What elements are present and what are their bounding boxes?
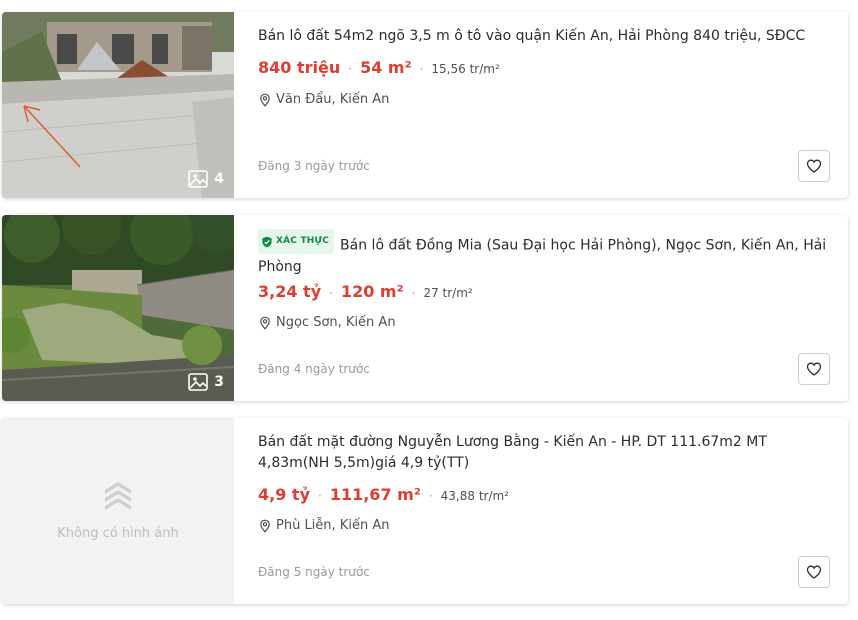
posted-date: Đăng 3 ngày trước [258,159,370,173]
separator-dot: · [428,489,433,503]
listing-title[interactable]: Bán lô đất 54m2 ngõ 3,5 m ô tô vào quận … [258,26,830,47]
map-pin-icon [260,519,270,533]
listing-area: 120 m² [340,282,404,301]
heart-outline-icon [806,362,822,376]
listing-title-text[interactable]: Bán lô đất 54m2 ngõ 3,5 m ô tô vào quận … [258,28,805,44]
posted-date: Đăng 4 ngày trước [258,362,370,376]
location-text: Phù Liễn, Kiến An [276,518,390,533]
listing-location: Ngọc Sơn, Kiến An [258,315,396,330]
image-count: 3 [188,373,224,391]
map-pin-icon [260,93,270,107]
listing-list: 4 Bán lô đất 54m2 ngõ 3,5 m ô tô vào quậ… [0,0,858,620]
separator-dot: · [419,62,424,76]
favorite-button[interactable] [798,150,830,182]
price-row: 4,9 tỷ · 111,67 m² · 43,88 tr/m² [258,485,509,504]
listing-body: Bán đất mặt đường Nguyễn Lương Bằng - Ki… [258,418,830,604]
price-row: 3,24 tỷ · 120 m² · 27 tr/m² [258,282,473,301]
listing-location: Phù Liễn, Kiến An [258,518,389,533]
listing-card[interactable]: Không có hình ảnh Bán đất mặt đường Nguy… [2,418,848,604]
listing-card[interactable]: 4 Bán lô đất 54m2 ngõ 3,5 m ô tô vào quậ… [2,12,848,198]
posted-date: Đăng 5 ngày trước [258,565,370,579]
separator-dot: · [411,286,416,300]
image-gallery-icon [188,373,209,391]
price-per-m2: 15,56 tr/m² [431,62,500,76]
favorite-button[interactable] [798,556,830,588]
listing-price: 3,24 tỷ [258,282,322,301]
image-count-value: 3 [214,374,224,390]
image-count-value: 4 [214,171,224,187]
listing-title-text[interactable]: Bán đất mặt đường Nguyễn Lương Bằng - Ki… [258,434,767,471]
listing-body: Bán lô đất 54m2 ngõ 3,5 m ô tô vào quận … [258,12,830,198]
listing-thumbnail[interactable]: 4 [2,12,234,198]
separator-dot: · [318,489,322,503]
price-per-m2: 43,88 tr/m² [440,489,510,503]
listing-location: Văn Đẩu, Kiến An [258,92,389,107]
image-count: 4 [188,170,224,188]
logo-placeholder-icon [105,482,131,510]
listing-body: XÁC THỰC Bán lô đất Đồng Mia (Sau Đại họ… [258,215,830,401]
no-image-placeholder: Không có hình ảnh [2,478,234,541]
listing-price: 840 triệu [258,58,341,77]
listing-card[interactable]: 3 XÁC THỰC Bán lô đất Đồng Mia (Sau Đại … [2,215,848,401]
listing-area: 54 m² [360,58,412,77]
listing-price: 4,9 tỷ [258,485,310,504]
price-per-m2: 27 tr/m² [423,286,473,300]
listing-title[interactable]: XÁC THỰC Bán lô đất Đồng Mia (Sau Đại họ… [258,229,830,278]
location-text: Văn Đẩu, Kiến An [276,92,390,107]
favorite-button[interactable] [798,353,830,385]
listing-thumbnail[interactable]: 3 [2,215,234,401]
heart-outline-icon [806,159,822,173]
price-row: 840 triệu · 54 m² · 15,56 tr/m² [258,58,500,77]
listing-title-text[interactable]: Bán lô đất Đồng Mia (Sau Đại học Hải Phò… [258,238,826,275]
location-text: Ngọc Sơn, Kiến An [276,315,396,330]
heart-outline-icon [806,565,822,579]
verified-badge: XÁC THỰC [258,229,335,254]
separator-dot: · [348,62,353,76]
map-pin-icon [260,316,270,330]
listing-area: 111,67 m² [329,485,421,504]
listing-title[interactable]: Bán đất mặt đường Nguyễn Lương Bằng - Ki… [258,432,830,474]
no-image-text: Không có hình ảnh [57,526,179,541]
listing-thumbnail[interactable]: Không có hình ảnh [2,418,234,604]
separator-dot: · [329,286,333,300]
shield-check-icon [262,236,272,247]
verified-label: XÁC THỰC [276,236,330,246]
image-gallery-icon [188,170,209,188]
